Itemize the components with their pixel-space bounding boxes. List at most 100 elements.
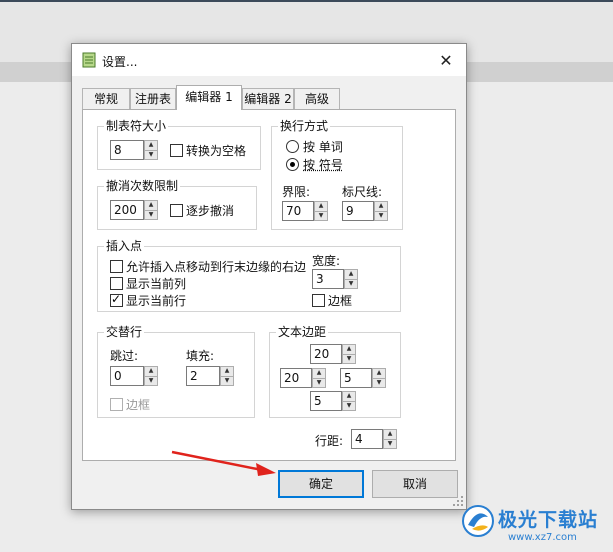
spin-up-icon[interactable]: ▲ — [220, 366, 234, 377]
limit-label: 界限: — [282, 185, 311, 199]
spin-down-icon[interactable]: ▼ — [344, 279, 358, 289]
spin-up-icon[interactable]: ▲ — [383, 429, 397, 440]
checkbox-box[interactable] — [110, 292, 123, 307]
radio-circle[interactable] — [286, 139, 299, 153]
spin-down-icon[interactable]: ▼ — [144, 376, 158, 386]
spin-up-icon[interactable]: ▲ — [342, 344, 356, 355]
close-button[interactable]: ✕ — [426, 44, 466, 76]
checkbox-box[interactable] — [110, 397, 123, 411]
dialog-title: 设置... — [102, 55, 138, 69]
tab-size-spinner[interactable]: 8 ▲ ▼ — [110, 140, 158, 160]
convert-to-spaces-checkbox[interactable]: 转换为空格 — [170, 142, 246, 158]
undo-limit-group: 撤消次数限制 200 ▲ ▼ 逐步撤消 — [97, 179, 257, 230]
skip-input[interactable]: 0 — [110, 366, 144, 386]
spin-down-icon[interactable]: ▼ — [342, 401, 356, 411]
title-bar[interactable]: 设置... ✕ — [72, 44, 466, 76]
wrap-by-symbol-radio[interactable]: 按 符号 — [286, 156, 343, 172]
tab-editor-1[interactable]: 编辑器 1 — [176, 85, 242, 110]
spin-down-icon[interactable]: ▼ — [312, 378, 326, 388]
spin-down-icon[interactable]: ▼ — [144, 210, 158, 220]
fill-spinner[interactable]: 2 ▲ ▼ — [186, 366, 234, 386]
notepad-icon — [82, 52, 96, 68]
alternate-rows-group: 交替行 跳过: 0 ▲ ▼ 填充: 2 ▲ ▼ 边框 — [97, 325, 255, 418]
caret-border-checkbox[interactable]: 边框 — [312, 292, 352, 308]
caret-width-input[interactable]: 3 — [312, 269, 344, 289]
caret-legend: 插入点 — [104, 239, 145, 253]
spin-down-icon[interactable]: ▼ — [144, 150, 158, 160]
text-margins-group: 文本边距 20 ▲ ▼ 20 ▲ ▼ 5 ▲ ▼ 5 ▲ ▼ — [269, 325, 401, 418]
margin-top-input[interactable]: 20 — [310, 344, 342, 364]
spin-up-icon[interactable]: ▲ — [374, 201, 388, 212]
margin-right-input[interactable]: 5 — [340, 368, 372, 388]
ok-button[interactable]: 确定 — [278, 470, 364, 498]
watermark-name: 极光下载站 — [498, 509, 599, 531]
margin-top-spinner[interactable]: 20 ▲ ▼ — [310, 344, 356, 364]
alternate-border-checkbox[interactable]: 边框 — [110, 396, 150, 412]
line-spacing-label: 行距: — [315, 434, 344, 448]
spin-up-icon[interactable]: ▲ — [144, 366, 158, 377]
wrap-mode-group: 换行方式 按 单词 按 符号 界限: 70 ▲ ▼ 标尺线: 9 ▲ ▼ — [271, 119, 403, 230]
stepwise-undo-checkbox[interactable]: 逐步撤消 — [170, 202, 234, 218]
spin-up-icon[interactable]: ▲ — [344, 269, 358, 280]
show-current-column-checkbox[interactable]: 显示当前列 — [110, 275, 186, 291]
text-margins-legend: 文本边距 — [276, 325, 329, 339]
spin-up-icon[interactable]: ▲ — [372, 368, 386, 379]
spin-up-icon[interactable]: ▲ — [342, 391, 356, 402]
line-spacing-input[interactable]: 4 — [351, 429, 383, 449]
margin-left-spinner[interactable]: 20 ▲ ▼ — [280, 368, 328, 388]
spin-down-icon[interactable]: ▼ — [372, 378, 386, 388]
margin-left-input[interactable]: 20 — [280, 368, 312, 388]
tab-registry[interactable]: 注册表 — [130, 88, 176, 110]
spin-down-icon[interactable]: ▼ — [374, 211, 388, 221]
margin-right-spinner[interactable]: 5 ▲ ▼ — [340, 368, 388, 388]
undo-limit-input[interactable]: 200 — [110, 200, 144, 220]
checkbox-box[interactable] — [110, 276, 123, 290]
close-icon: ✕ — [439, 50, 453, 70]
tab-size-input[interactable]: 8 — [110, 140, 144, 160]
caret-width-label: 宽度: — [312, 254, 341, 268]
spin-up-icon[interactable]: ▲ — [144, 140, 158, 151]
spin-up-icon[interactable]: ▲ — [144, 200, 158, 211]
undo-limit-spinner[interactable]: 200 ▲ ▼ — [110, 200, 158, 220]
ruler-input[interactable]: 9 — [342, 201, 374, 221]
tab-general[interactable]: 常规 — [82, 88, 130, 110]
spin-up-icon[interactable]: ▲ — [312, 368, 326, 379]
spin-down-icon[interactable]: ▼ — [383, 439, 397, 449]
limit-input[interactable]: 70 — [282, 201, 314, 221]
spin-up-icon[interactable]: ▲ — [314, 201, 328, 212]
watermark-logo-icon — [462, 505, 494, 537]
line-spacing-spinner[interactable]: 4 ▲ ▼ — [351, 429, 399, 449]
allow-past-eol-checkbox[interactable]: 允许插入点移动到行末边缘的右边 — [110, 258, 306, 274]
skip-label: 跳过: — [110, 349, 139, 363]
show-current-line-checkbox[interactable]: 显示当前行 — [110, 292, 186, 308]
limit-spinner[interactable]: 70 ▲ ▼ — [282, 201, 330, 221]
spin-down-icon[interactable]: ▼ — [342, 354, 356, 364]
tab-editor-2[interactable]: 编辑器 2 — [242, 88, 294, 110]
checkbox-box[interactable] — [312, 293, 325, 307]
skip-spinner[interactable]: 0 ▲ ▼ — [110, 366, 158, 386]
alternate-rows-legend: 交替行 — [104, 325, 145, 339]
fill-input[interactable]: 2 — [186, 366, 220, 386]
radio-circle[interactable] — [286, 157, 299, 171]
margin-bottom-spinner[interactable]: 5 ▲ ▼ — [310, 391, 356, 411]
fill-label: 填充: — [186, 349, 215, 363]
tab-size-group: 制表符大小 8 ▲ ▼ 转换为空格 — [97, 119, 261, 170]
checkbox-box[interactable] — [110, 259, 123, 273]
wrap-by-word-radio[interactable]: 按 单词 — [286, 138, 343, 154]
margin-bottom-input[interactable]: 5 — [310, 391, 342, 411]
checkbox-box[interactable] — [170, 203, 183, 217]
cancel-button[interactable]: 取消 — [372, 470, 458, 498]
ruler-label: 标尺线: — [342, 185, 383, 199]
editor-1-panel: 制表符大小 8 ▲ ▼ 转换为空格 撤消次数限制 200 ▲ ▼ 逐步撤消 换行方式 — [82, 109, 456, 461]
undo-limit-legend: 撤消次数限制 — [104, 179, 181, 193]
top-edge-line — [0, 0, 613, 2]
ruler-spinner[interactable]: 9 ▲ ▼ — [342, 201, 390, 221]
wrap-mode-legend: 换行方式 — [278, 119, 331, 133]
settings-dialog: 设置... ✕ 常规 注册表 编辑器 1 编辑器 2 高级 制表符大小 8 ▲ ▼… — [71, 43, 467, 510]
caret-group: 插入点 允许插入点移动到行末边缘的右边 显示当前列 显示当前行 宽度: 3 ▲▼… — [97, 239, 401, 312]
spin-down-icon[interactable]: ▼ — [220, 376, 234, 386]
spin-down-icon[interactable]: ▼ — [314, 211, 328, 221]
checkbox-box[interactable] — [170, 143, 183, 157]
caret-width-spinner[interactable]: 3 ▲ ▼ — [312, 269, 360, 289]
tab-advanced[interactable]: 高级 — [294, 88, 340, 110]
